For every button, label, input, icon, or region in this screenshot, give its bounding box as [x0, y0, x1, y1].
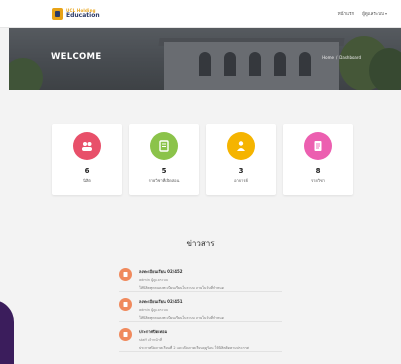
- news-heading: ประกาศปิดเทอม: [139, 329, 168, 334]
- news-author: admin ผู้ดูแลระบบ: [139, 278, 169, 282]
- document-icon: [304, 132, 332, 160]
- news-heading: ลงทะเบียนเรียน 02/451: [139, 299, 183, 304]
- news-item[interactable]: ลงทะเบียนเรียน 02/452 admin ผู้ดูแลระบบ …: [119, 262, 282, 292]
- logo-icon: [52, 7, 63, 20]
- chevron-down-icon: ▾: [384, 11, 387, 16]
- stat-card-teachers[interactable]: 3 อาจารย์: [206, 124, 276, 195]
- user-menu-dropdown[interactable]: ผู้ดูแลระบบ ▾: [362, 10, 387, 17]
- decorative-shape: [0, 300, 14, 364]
- news-author: admin ผู้ดูแลระบบ: [139, 308, 169, 312]
- news-heading: ลงทะเบียนเรียน 02/452: [139, 269, 183, 274]
- stat-card-open-courses[interactable]: 5 รายวิชาที่เปิดสอน: [129, 124, 199, 195]
- stat-label: นิสิต: [83, 178, 91, 183]
- news-section-title: ข่าวสาร: [186, 239, 215, 248]
- user-name: ผู้ดูแลระบบ: [362, 12, 384, 17]
- news-item[interactable]: ลงทะเบียนเรียน 02/451 admin ผู้ดูแลระบบ …: [119, 292, 282, 322]
- news-item[interactable]: ประกาศปิดเทอม staff เจ้าหน้าที่ ประกาศปิ…: [119, 322, 282, 352]
- news-list: ลงทะเบียนเรียน 02/452 admin ผู้ดูแลระบบ …: [119, 262, 282, 352]
- stat-count: 6: [84, 167, 90, 175]
- stat-label: รายวิชาที่เปิดสอน: [148, 178, 180, 183]
- news-description: ให้นิสิตทุกคนลงทะเบียนเรียนในระบบ ภายในว…: [139, 286, 224, 290]
- teacher-icon: [227, 132, 255, 160]
- news-author: staff เจ้าหน้าที่: [139, 338, 163, 342]
- top-navbar: UCL Holding Education หน้าแรก ผู้ดูแลระบ…: [0, 0, 401, 28]
- news-description: ให้นิสิตทุกคนลงทะเบียนเรียนในระบบ ภายในว…: [139, 316, 224, 320]
- document-icon: [119, 328, 132, 341]
- breadcrumb-separator: /: [335, 55, 338, 60]
- document-icon: [119, 298, 132, 311]
- stat-card-courses[interactable]: 8 รายวิชา: [283, 124, 353, 195]
- brand-name-bottom: Education: [66, 11, 100, 19]
- news-description: ประกาศปิดภาคเรียนที่ 2 และเปิดภาคเรียนฤด…: [139, 346, 249, 350]
- people-icon: [73, 132, 101, 160]
- brand-logo-link[interactable]: UCL Holding Education: [52, 7, 100, 20]
- stat-count: 5: [161, 167, 167, 175]
- stat-label: รายวิชา: [311, 178, 325, 183]
- hero-banner: WELCOME Home / Dashboard: [9, 28, 401, 90]
- nav-home-link[interactable]: หน้าแรก: [338, 10, 355, 17]
- breadcrumb-current: Dashboard: [339, 55, 361, 60]
- breadcrumb-home[interactable]: Home: [322, 55, 334, 60]
- stat-label: อาจารย์: [234, 178, 248, 183]
- page-title: WELCOME: [51, 52, 102, 62]
- stat-cards: 6 นิสิต 5 รายวิชาที่เปิดสอน 3 อาจารย์ 8 …: [52, 124, 353, 195]
- document-icon: [119, 268, 132, 281]
- stat-count: 8: [315, 167, 321, 175]
- breadcrumb: Home / Dashboard: [322, 55, 361, 60]
- book-icon: [150, 132, 178, 160]
- stat-card-students[interactable]: 6 นิสิต: [52, 124, 122, 195]
- stat-count: 3: [238, 167, 244, 175]
